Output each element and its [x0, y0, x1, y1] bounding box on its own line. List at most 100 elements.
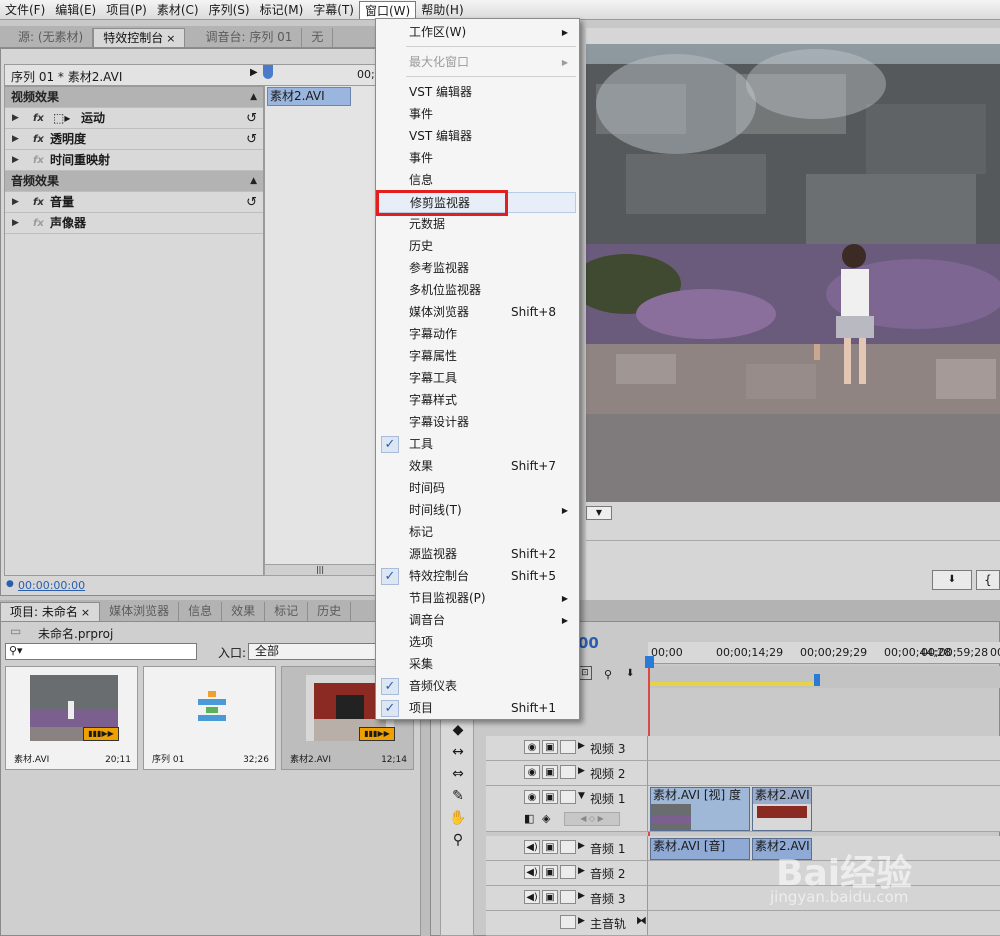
audio-effects-header[interactable]: 音频效果 ▲ [5, 171, 263, 192]
collapse-icon[interactable]: ▲ [250, 87, 257, 108]
hand-tool-icon[interactable]: ✋ [449, 809, 467, 827]
expand-track-icon[interactable]: ▶ [578, 916, 585, 926]
lock-icon[interactable] [560, 840, 576, 854]
fx-icon[interactable]: fx [33, 108, 44, 129]
menu-file[interactable]: 文件(F) [0, 1, 50, 19]
menu-project[interactable]: 项目(P) [101, 1, 152, 19]
snap-icon[interactable]: ⊡ [578, 666, 592, 680]
menu-item-window-23[interactable]: 源监视器 Shift+2 [377, 544, 576, 565]
playhead-handle[interactable] [645, 656, 654, 668]
disclosure-triangle-icon[interactable]: ▶ [12, 150, 19, 171]
expand-track-icon[interactable]: ▶ [578, 866, 585, 876]
keyframe-icon[interactable]: ◈ [542, 812, 550, 825]
track-video-3[interactable]: ◉ ▣ ▶ 视频 3 [486, 736, 1000, 761]
collapse-icon[interactable]: ▲ [250, 171, 257, 192]
tab-markers[interactable]: 标记 [265, 602, 309, 621]
close-icon[interactable]: × [166, 32, 175, 45]
camera-icon[interactable]: ▣ [542, 790, 558, 804]
menu-item-window-28[interactable]: 采集 [377, 654, 576, 675]
disclosure-triangle-icon[interactable]: ▶ [12, 108, 19, 129]
track-video-2[interactable]: ◉ ▣ ▶ 视频 2 [486, 761, 1000, 786]
close-icon[interactable]: × [81, 606, 90, 619]
menu-item-window-17[interactable]: 字幕设计器 [377, 412, 576, 433]
menu-item-window-18[interactable]: ✓ 工具 [377, 434, 576, 455]
expand-track-icon[interactable]: ▶ [578, 766, 585, 776]
menu-item-window-29[interactable]: ✓ 音频仪表 [377, 676, 576, 697]
menu-clip[interactable]: 素材(C) [152, 1, 204, 19]
disclosure-triangle-icon[interactable]: ▶ [12, 213, 19, 234]
eye-icon[interactable]: ◉ [524, 790, 540, 804]
menu-item-window-6[interactable]: 信息 [377, 170, 576, 191]
zoom-dropdown[interactable]: ▼ [586, 506, 612, 520]
menu-item-window-0[interactable]: 工作区(W) ▶ [377, 22, 576, 43]
effect-row-volume[interactable]: ▶ fx 音量 ↺ [5, 192, 263, 213]
effect-row-panner[interactable]: ▶ fx 声像器 [5, 213, 263, 234]
menu-item-window-22[interactable]: 标记 [377, 522, 576, 543]
ec-timecode[interactable]: 00:00:00:00 [18, 579, 85, 592]
tab-effect-controls[interactable]: 特效控制台 × [93, 28, 186, 47]
timeline-timecode[interactable]: 00 [578, 634, 599, 652]
tab-effects[interactable]: 效果 [222, 602, 266, 621]
transform-icon[interactable]: ⬚▸ [53, 108, 70, 129]
menu-item-window-11[interactable]: 多机位监视器 [377, 280, 576, 301]
rate-stretch-tool-icon[interactable]: ↔ [449, 743, 467, 761]
tab-info[interactable]: 信息 [179, 602, 223, 621]
fx-icon[interactable]: fx [33, 192, 44, 213]
expand-arrow-icon[interactable]: ▶ [250, 67, 258, 78]
ec-clip-bar[interactable]: 素材2.AVI [267, 87, 351, 106]
in-select[interactable]: 全部 [248, 643, 378, 660]
menu-window[interactable]: 窗口(W) [359, 0, 417, 19]
menu-item-window-19[interactable]: 效果 Shift+7 [377, 456, 576, 477]
expand-track-icon[interactable]: ▶ [578, 841, 585, 851]
menu-item-window-25[interactable]: 节目监视器(P) ▶ [377, 588, 576, 609]
program-ruler[interactable] [586, 540, 1000, 550]
lock-icon[interactable] [560, 765, 576, 779]
keyframe-nav-icon[interactable]: ◀ ◇ ▶ [564, 812, 620, 826]
menu-item-window-13[interactable]: 字幕动作 [377, 324, 576, 345]
speaker-icon[interactable]: ◀) [524, 865, 540, 879]
marker-drop-icon[interactable]: ⬇ [626, 668, 634, 679]
reset-icon[interactable]: ↺ [246, 129, 257, 150]
disclosure-triangle-icon[interactable]: ▶ [12, 129, 19, 150]
menu-title[interactable]: 字幕(T) [308, 1, 359, 19]
lock-icon[interactable] [560, 790, 576, 804]
expand-track-icon[interactable]: ▶ [578, 741, 585, 751]
ripple-edit-tool-icon[interactable]: ◆ [449, 721, 467, 739]
ec-playhead-icon[interactable]: ● [6, 579, 14, 589]
menu-item-window-16[interactable]: 字幕样式 [377, 390, 576, 411]
menu-item-window-9[interactable]: 历史 [377, 236, 576, 257]
menu-item-window-30[interactable]: ✓ 项目 Shift+1 [377, 698, 576, 719]
fx-icon[interactable]: fx [33, 129, 44, 150]
menu-marker[interactable]: 标记(M) [255, 1, 309, 19]
playhead-icon[interactable] [263, 65, 273, 79]
menu-item-window-12[interactable]: 媒体浏览器 Shift+8 [377, 302, 576, 323]
speaker-icon[interactable]: ◀) [524, 840, 540, 854]
timeline-clip-audio[interactable]: 素材.AVI [音] [650, 838, 750, 860]
zoom-tool-icon[interactable]: ⚲ [449, 831, 467, 849]
project-search-input[interactable]: ⚲▾ [5, 643, 197, 660]
ec-scrollbar[interactable]: ||| [264, 564, 376, 576]
menu-item-window-27[interactable]: 选项 [377, 632, 576, 653]
reset-icon[interactable]: ↺ [246, 192, 257, 213]
project-item[interactable]: ▮▮▮▶▶ 素材.AVI 20;11 [5, 666, 138, 770]
collapse-track-icon[interactable]: ▼ [578, 791, 585, 801]
ec-keyframe-area[interactable]: 素材2.AVI [264, 86, 376, 564]
lock-icon[interactable] [560, 915, 576, 929]
camera-icon[interactable]: ▣ [542, 765, 558, 779]
menu-item-window-3[interactable]: 事件 [377, 104, 576, 125]
menu-help[interactable]: 帮助(H) [416, 1, 468, 19]
disclosure-triangle-icon[interactable]: ▶ [12, 192, 19, 213]
in-point-button[interactable]: { [976, 570, 1000, 590]
timeline-clip-video[interactable]: 素材.AVI [视] 度 [650, 787, 750, 831]
effect-row-time-remap[interactable]: ▶ fx 时间重映射 [5, 150, 263, 171]
tab-project[interactable]: 项目: 未命名 × [0, 602, 101, 621]
menu-item-window-2[interactable]: VST 编辑器 [377, 82, 576, 103]
menu-item-window-14[interactable]: 字幕属性 [377, 346, 576, 367]
work-area-end-handle[interactable] [814, 674, 820, 686]
eye-icon[interactable]: ◉ [524, 765, 540, 779]
track-master[interactable]: ▶ 主音轨 ⧓ [486, 911, 1000, 936]
effect-row-opacity[interactable]: ▶ fx 透明度 ↺ [5, 129, 263, 150]
display-style-icon[interactable]: ◧ [524, 812, 534, 825]
effect-row-motion[interactable]: ▶ fx ⬚▸ 运动 ↺ [5, 108, 263, 129]
marker-icon[interactable]: ⚲ [604, 668, 612, 681]
